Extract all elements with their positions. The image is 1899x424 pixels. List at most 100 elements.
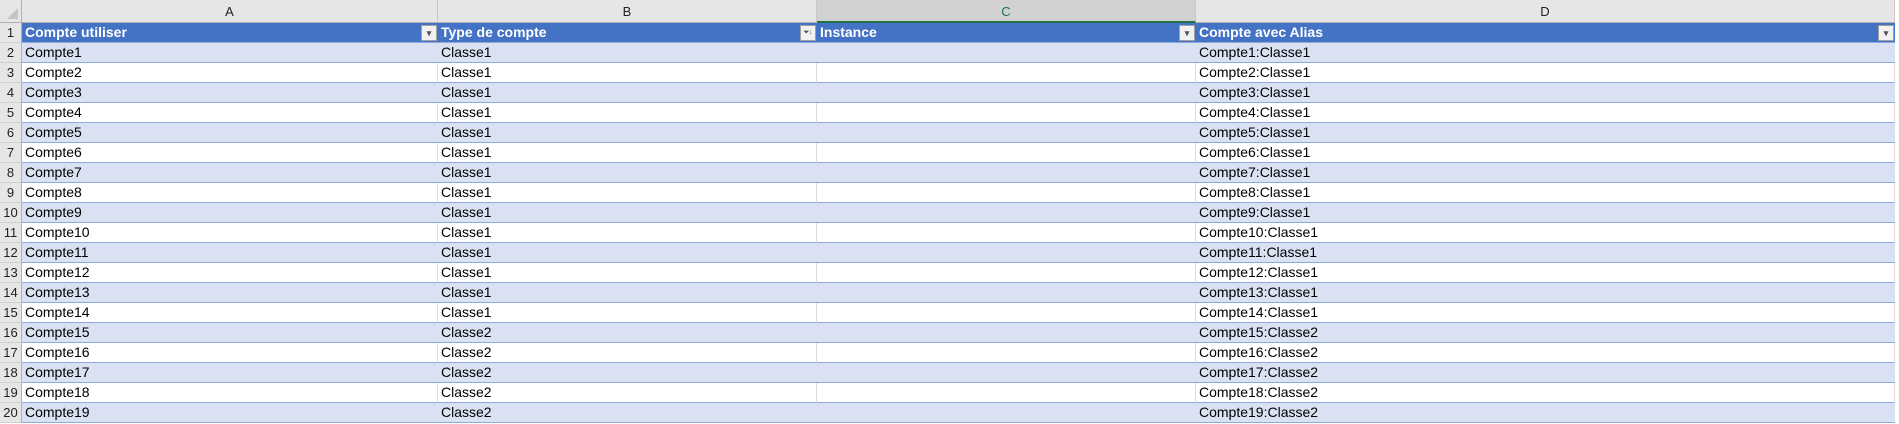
table-cell[interactable]: Classe1 [438, 263, 817, 283]
row-header[interactable]: 17 [0, 343, 22, 363]
table-cell[interactable]: Compte1:Classe1 [1196, 43, 1895, 63]
sort-filter-icon[interactable]: ⏷↓ [800, 25, 816, 41]
row-header[interactable]: 11 [0, 223, 22, 243]
table-cell[interactable]: Classe1 [438, 83, 817, 103]
table-cell[interactable]: Compte7:Classe1 [1196, 163, 1895, 183]
table-cell[interactable]: Compte2:Classe1 [1196, 63, 1895, 83]
column-header-b[interactable]: B [438, 0, 817, 23]
table-cell[interactable]: Compte5 [22, 123, 438, 143]
table-cell[interactable]: Compte3:Classe1 [1196, 83, 1895, 103]
row-header[interactable]: 5 [0, 103, 22, 123]
table-header-cell[interactable]: Instance ▾ [817, 23, 1196, 43]
row-header[interactable]: 12 [0, 243, 22, 263]
table-cell[interactable]: Classe2 [438, 323, 817, 343]
table-cell[interactable]: Compte7 [22, 163, 438, 183]
row-header[interactable]: 10 [0, 203, 22, 223]
table-cell[interactable] [817, 343, 1196, 363]
table-cell[interactable]: Compte19:Classe2 [1196, 403, 1895, 423]
table-cell[interactable] [817, 123, 1196, 143]
table-cell[interactable]: Compte16 [22, 343, 438, 363]
table-cell[interactable]: Compte9:Classe1 [1196, 203, 1895, 223]
table-cell[interactable] [817, 263, 1196, 283]
table-cell[interactable]: Classe1 [438, 283, 817, 303]
table-cell[interactable]: Classe2 [438, 383, 817, 403]
table-cell[interactable]: Compte16:Classe2 [1196, 343, 1895, 363]
table-cell[interactable] [817, 283, 1196, 303]
row-header[interactable]: 13 [0, 263, 22, 283]
table-cell[interactable]: Compte10 [22, 223, 438, 243]
table-cell[interactable]: Compte14 [22, 303, 438, 323]
table-cell[interactable] [817, 223, 1196, 243]
column-header-c[interactable]: C [817, 0, 1196, 23]
table-cell[interactable] [817, 383, 1196, 403]
table-cell[interactable]: Classe1 [438, 103, 817, 123]
table-cell[interactable]: Compte8:Classe1 [1196, 183, 1895, 203]
table-cell[interactable]: Classe1 [438, 123, 817, 143]
table-cell[interactable]: Compte15:Classe2 [1196, 323, 1895, 343]
table-cell[interactable]: Compte9 [22, 203, 438, 223]
table-cell[interactable]: Classe1 [438, 223, 817, 243]
table-cell[interactable]: Compte3 [22, 83, 438, 103]
row-header[interactable]: 18 [0, 363, 22, 383]
table-cell[interactable]: Compte19 [22, 403, 438, 423]
table-cell[interactable]: Classe1 [438, 203, 817, 223]
table-cell[interactable]: Compte8 [22, 183, 438, 203]
table-cell[interactable]: Compte14:Classe1 [1196, 303, 1895, 323]
table-cell[interactable]: Compte4 [22, 103, 438, 123]
table-header-cell[interactable]: Type de compte ⏷↓ [438, 23, 817, 43]
table-cell[interactable]: Compte2 [22, 63, 438, 83]
table-cell[interactable]: Compte1 [22, 43, 438, 63]
table-cell[interactable]: Compte11:Classe1 [1196, 243, 1895, 263]
table-cell[interactable] [817, 103, 1196, 123]
filter-dropdown-icon[interactable]: ▾ [421, 25, 437, 41]
table-cell[interactable]: Compte4:Classe1 [1196, 103, 1895, 123]
table-cell[interactable] [817, 143, 1196, 163]
select-all-button[interactable] [0, 0, 22, 23]
row-header[interactable]: 7 [0, 143, 22, 163]
row-header[interactable]: 2 [0, 43, 22, 63]
table-cell[interactable] [817, 203, 1196, 223]
table-cell[interactable]: Classe1 [438, 43, 817, 63]
row-header[interactable]: 14 [0, 283, 22, 303]
table-cell[interactable]: Compte15 [22, 323, 438, 343]
row-header[interactable]: 8 [0, 163, 22, 183]
table-cell[interactable] [817, 183, 1196, 203]
table-cell[interactable]: Compte12:Classe1 [1196, 263, 1895, 283]
table-cell[interactable]: Classe1 [438, 243, 817, 263]
row-header[interactable]: 19 [0, 383, 22, 403]
table-cell[interactable]: Compte12 [22, 263, 438, 283]
table-header-cell[interactable]: Compte utiliser ▾ [22, 23, 438, 43]
filter-dropdown-icon[interactable]: ▾ [1878, 25, 1894, 41]
table-cell[interactable]: Compte18 [22, 383, 438, 403]
table-cell[interactable]: Classe2 [438, 363, 817, 383]
table-header-cell[interactable]: Compte avec Alias ▾ [1196, 23, 1895, 43]
row-header[interactable]: 1 [0, 23, 22, 43]
table-cell[interactable] [817, 363, 1196, 383]
table-cell[interactable] [817, 63, 1196, 83]
row-header[interactable]: 20 [0, 403, 22, 423]
column-header-a[interactable]: A [22, 0, 438, 23]
table-cell[interactable]: Compte18:Classe2 [1196, 383, 1895, 403]
table-cell[interactable] [817, 83, 1196, 103]
row-header[interactable]: 15 [0, 303, 22, 323]
table-cell[interactable]: Compte10:Classe1 [1196, 223, 1895, 243]
table-cell[interactable]: Classe2 [438, 343, 817, 363]
table-cell[interactable]: Classe1 [438, 143, 817, 163]
table-cell[interactable] [817, 323, 1196, 343]
table-cell[interactable]: Compte11 [22, 243, 438, 263]
table-cell[interactable]: Compte17:Classe2 [1196, 363, 1895, 383]
row-header[interactable]: 16 [0, 323, 22, 343]
table-cell[interactable]: Classe1 [438, 163, 817, 183]
filter-dropdown-icon[interactable]: ▾ [1179, 25, 1195, 41]
table-cell[interactable]: Compte6 [22, 143, 438, 163]
column-header-d[interactable]: D [1196, 0, 1895, 23]
table-cell[interactable]: Classe2 [438, 403, 817, 423]
row-header[interactable]: 9 [0, 183, 22, 203]
table-cell[interactable]: Classe1 [438, 63, 817, 83]
row-header[interactable]: 4 [0, 83, 22, 103]
table-cell[interactable]: Classe1 [438, 183, 817, 203]
row-header[interactable]: 3 [0, 63, 22, 83]
table-cell[interactable] [817, 163, 1196, 183]
table-cell[interactable]: Compte6:Classe1 [1196, 143, 1895, 163]
table-cell[interactable] [817, 243, 1196, 263]
